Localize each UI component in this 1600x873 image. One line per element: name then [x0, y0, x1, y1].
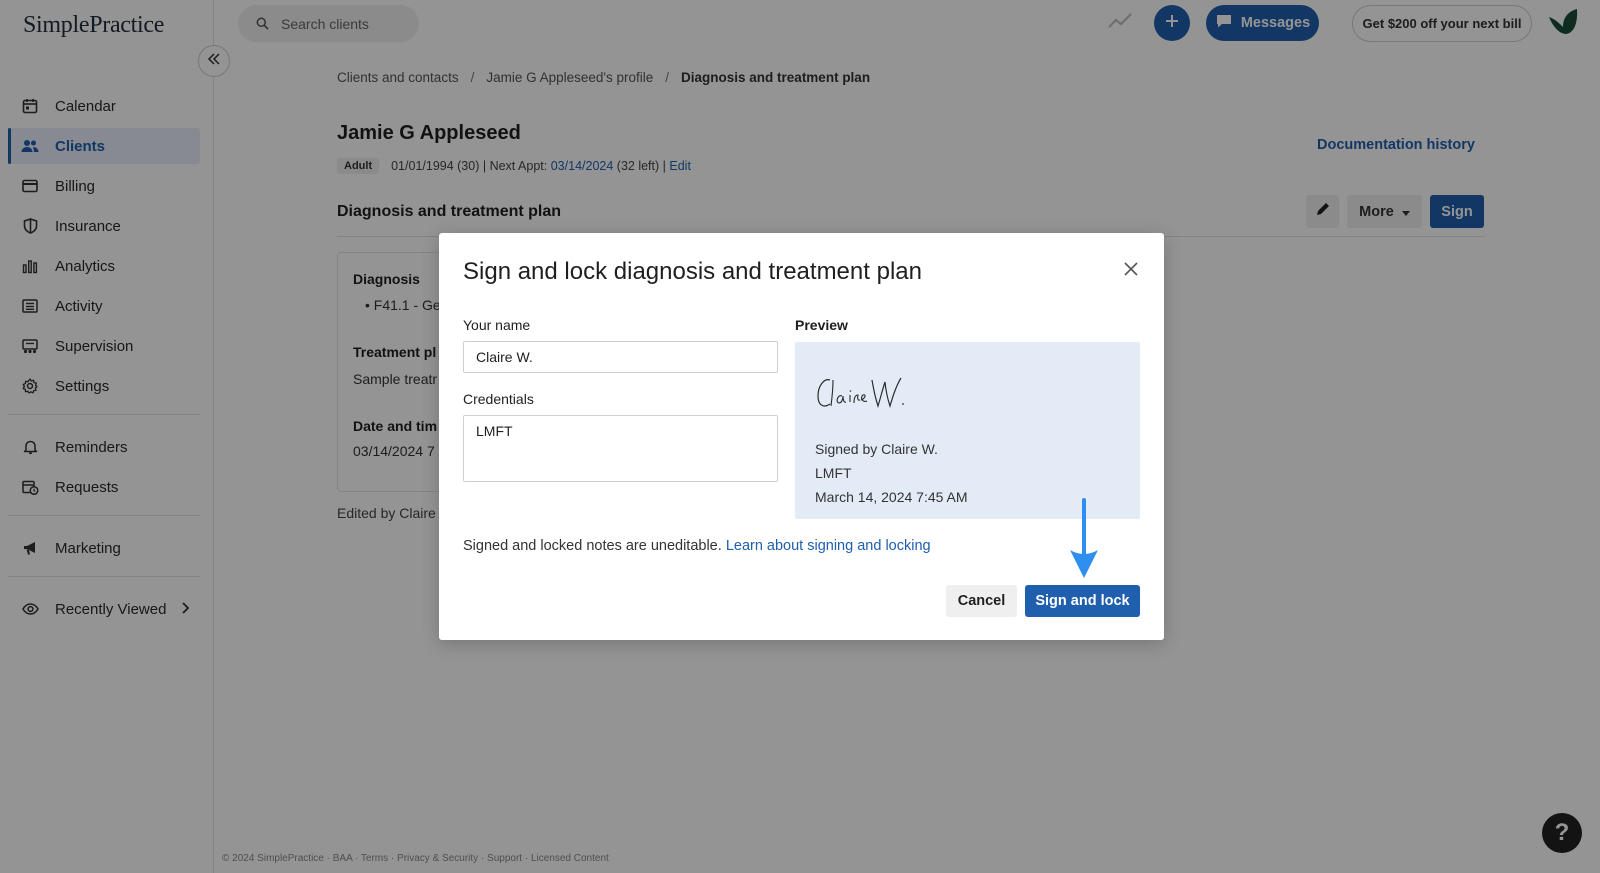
arrow-down-icon	[1066, 498, 1102, 585]
cancel-button[interactable]: Cancel	[946, 585, 1017, 617]
signature-preview: Signed by Claire W. LMFT March 14, 2024 …	[795, 342, 1140, 519]
signed-by-text: Signed by Claire W.	[815, 441, 938, 457]
sign-lock-modal: Sign and lock diagnosis and treatment pl…	[439, 233, 1164, 640]
modal-note: Signed and locked notes are uneditable. …	[463, 538, 931, 554]
credentials-field[interactable]: LMFT	[463, 415, 778, 482]
modal-title: Sign and lock diagnosis and treatment pl…	[463, 258, 922, 285]
signature-image	[814, 370, 914, 419]
close-icon	[1124, 261, 1138, 281]
sign-and-lock-button[interactable]: Sign and lock	[1025, 585, 1140, 617]
close-button[interactable]	[1122, 261, 1140, 281]
uneditable-note: Signed and locked notes are uneditable.	[463, 538, 722, 554]
preview-credentials: LMFT	[815, 465, 852, 481]
learn-signing-link[interactable]: Learn about signing and locking	[726, 538, 931, 554]
preview-label: Preview	[795, 317, 848, 333]
your-name-input[interactable]	[463, 341, 778, 373]
your-name-label: Your name	[463, 317, 531, 333]
credentials-label: Credentials	[463, 391, 534, 407]
signed-date: March 14, 2024 7:45 AM	[815, 489, 968, 505]
